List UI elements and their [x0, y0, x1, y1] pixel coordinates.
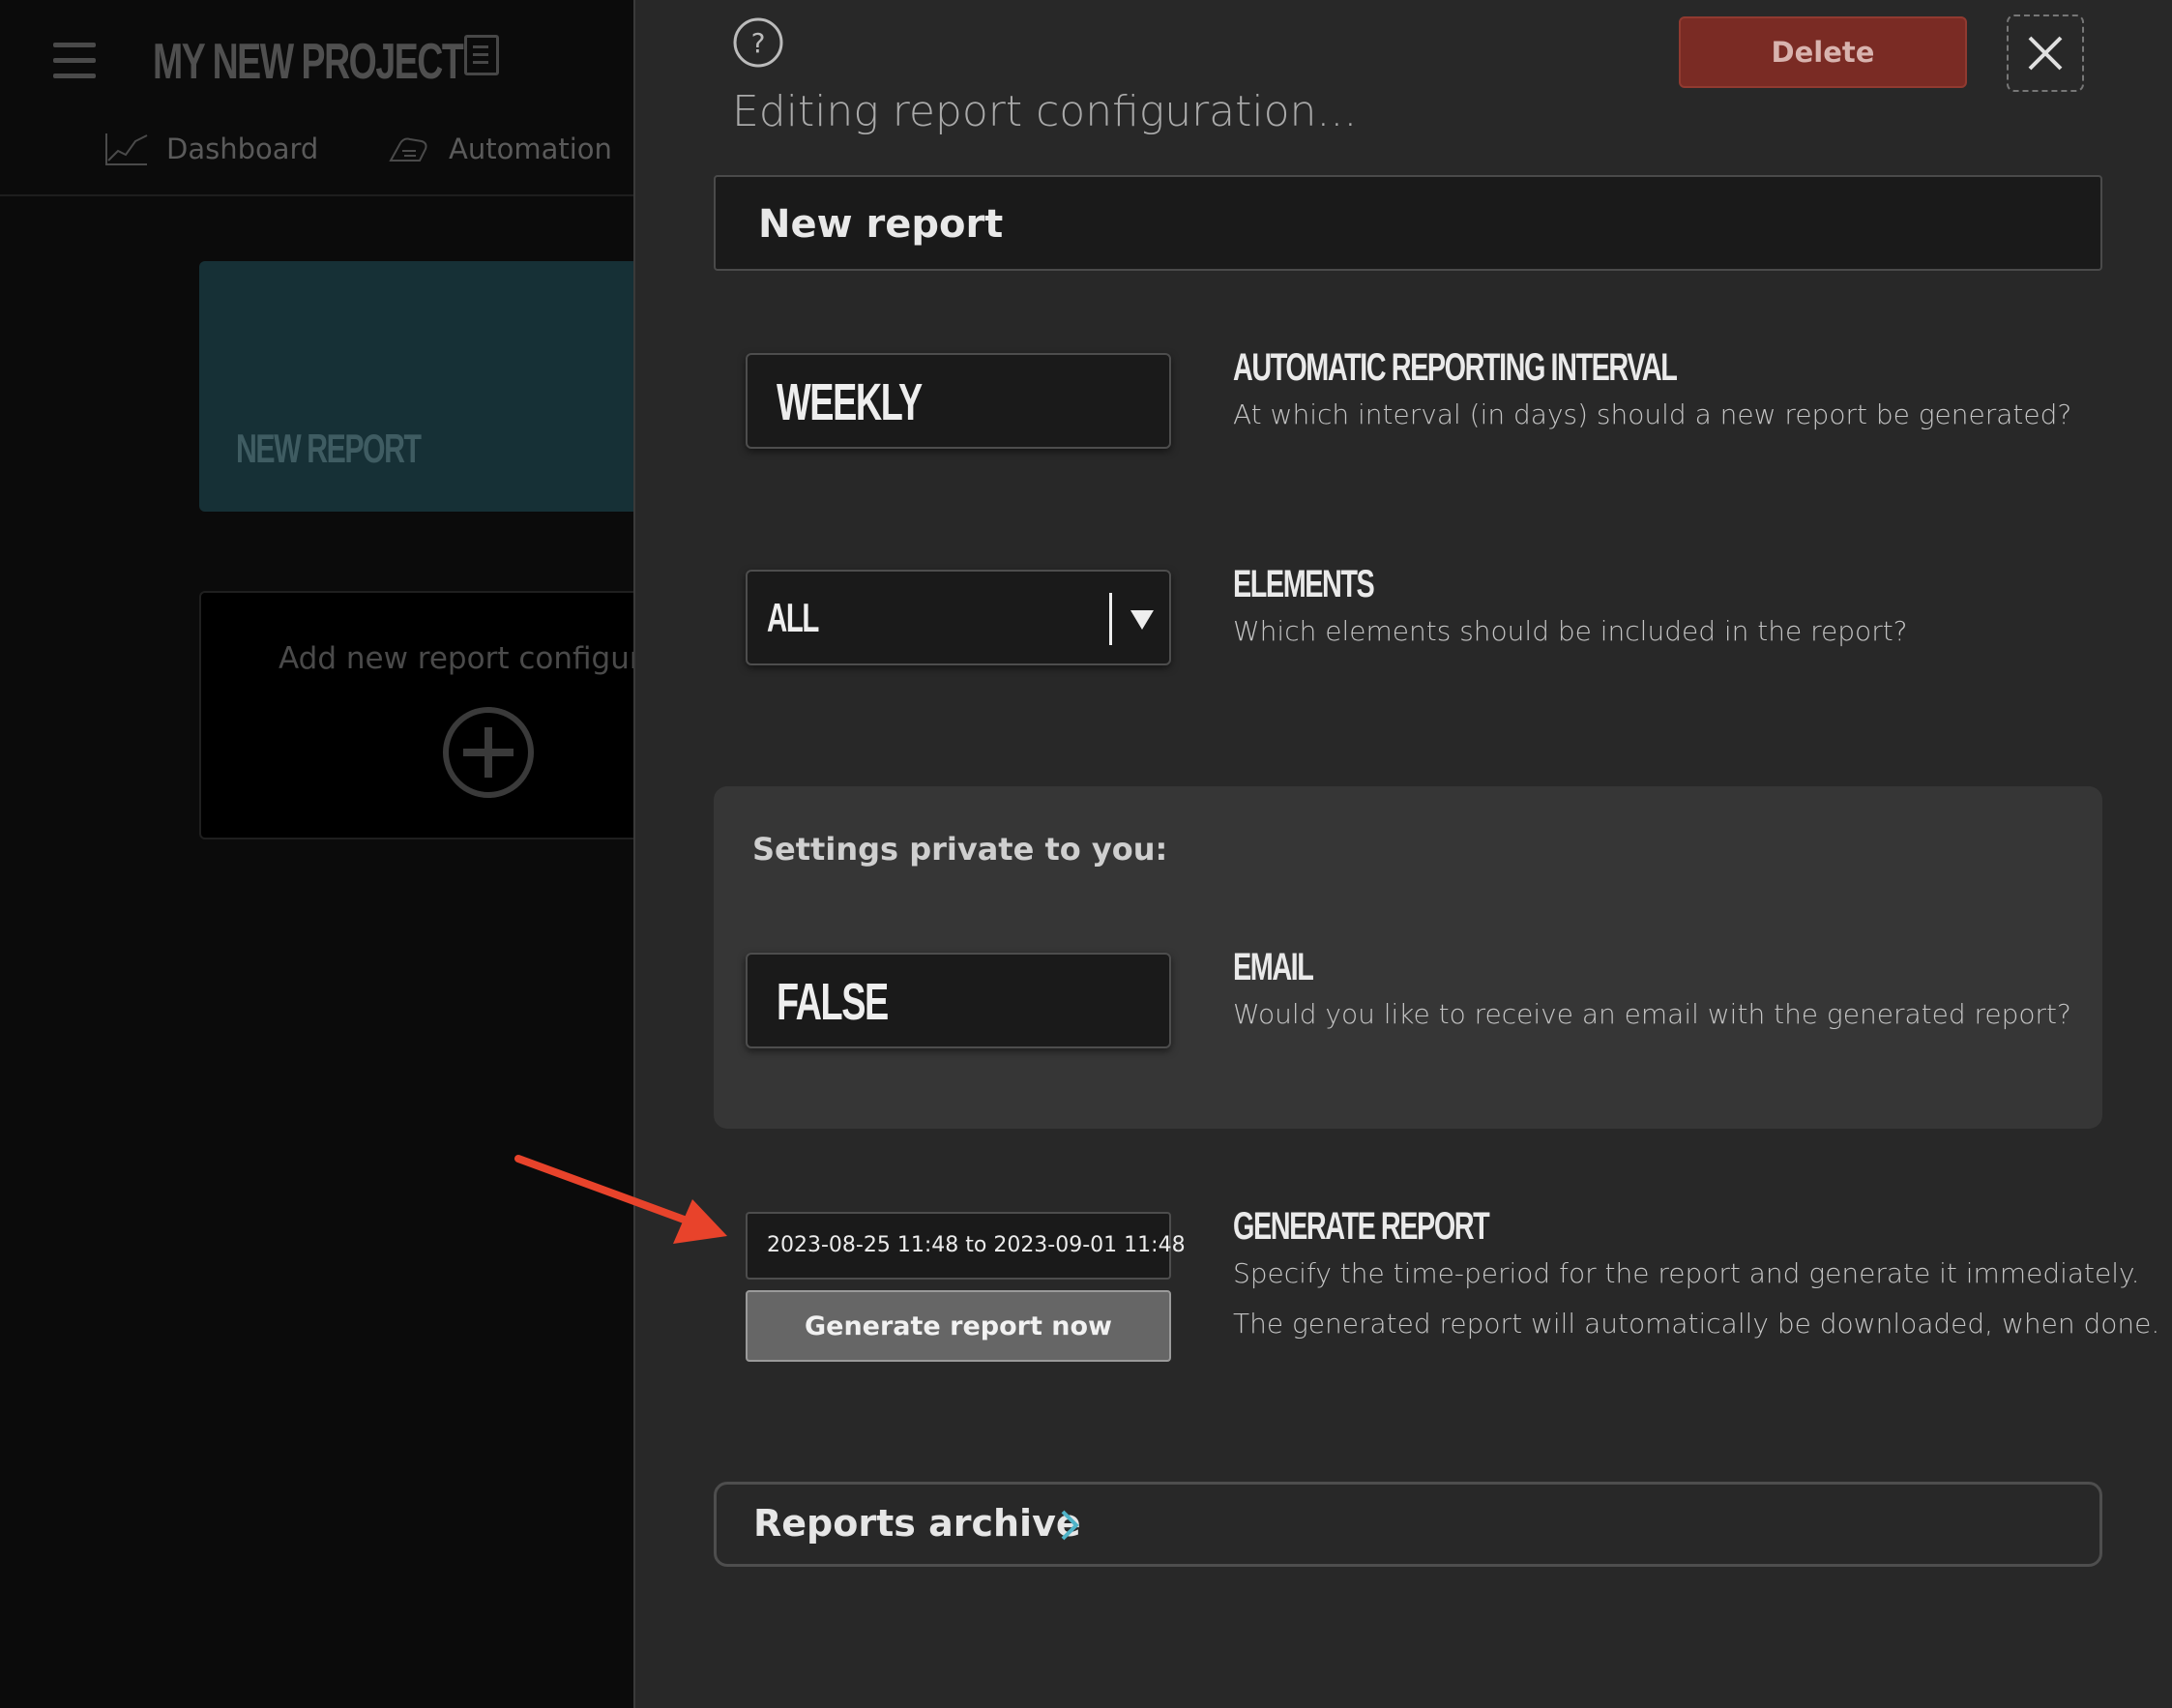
elements-description: Which elements should be included in the… [1233, 615, 1908, 647]
generate-report-button[interactable]: Generate report now [746, 1290, 1171, 1362]
project-report-icon[interactable] [464, 35, 499, 75]
email-field[interactable]: FALSE [746, 953, 1171, 1048]
nav-dashboard[interactable]: Dashboard [104, 132, 318, 166]
reports-archive-label: Reports archive [753, 1502, 1081, 1545]
chevron-right-icon [1061, 1510, 1079, 1541]
report-card[interactable]: NEW REPORT [199, 261, 644, 512]
nav-dashboard-label: Dashboard [166, 133, 319, 165]
report-name-field[interactable]: New report [714, 175, 2102, 271]
nav-automation[interactable]: Automation [387, 132, 612, 166]
email-value: FALSE [777, 973, 889, 1031]
close-button[interactable] [2007, 15, 2084, 92]
elements-label: ELEMENTS [1233, 563, 1375, 605]
report-name-value: New report [758, 202, 1004, 247]
interval-description: At which interval (in days) should a new… [1233, 398, 2072, 430]
interval-value: WEEKLY [777, 373, 923, 431]
email-description: Would you like to receive an email with … [1233, 998, 2071, 1030]
nav-automation-label: Automation [449, 133, 612, 165]
generate-description-1: Specify the time-period for the report a… [1233, 1257, 2140, 1289]
elements-dropdown[interactable]: ALL [746, 570, 1171, 665]
elements-value: ALL [767, 595, 819, 640]
hamburger-menu-icon[interactable] [53, 43, 96, 79]
date-range-value: 2023-08-25 11:48 to 2023-09-01 11:48 [767, 1233, 1186, 1257]
project-title: MY NEW PROJECT [153, 34, 464, 90]
close-icon [2028, 36, 2063, 71]
email-label: EMAIL [1233, 946, 1314, 988]
panel-title: Editing report configuration... [732, 87, 1358, 136]
date-range-input[interactable]: 2023-08-25 11:48 to 2023-09-01 11:48 [746, 1212, 1186, 1280]
hand-icon [389, 137, 427, 162]
reports-archive-link[interactable]: Reports archive [714, 1482, 2102, 1567]
generate-label: GENERATE REPORT [1233, 1205, 1490, 1248]
edit-panel: ? Editing report configuration... Delete… [633, 0, 2172, 1708]
report-card-title: NEW REPORT [236, 426, 422, 471]
svg-text:?: ? [751, 27, 766, 59]
annotation-arrow-icon [514, 1155, 727, 1244]
app-header: MY NEW PROJECT Dashboard Automation [0, 0, 633, 196]
private-settings-title: Settings private to you: [752, 831, 1168, 868]
generate-description-2: The generated report will automatically … [1233, 1308, 2160, 1340]
dropdown-arrow-icon[interactable] [1130, 610, 1154, 630]
background-app: MY NEW PROJECT Dashboard Automation NEW … [0, 0, 644, 1708]
delete-button[interactable]: Delete [1679, 16, 1967, 88]
interval-field[interactable]: WEEKLY [746, 353, 1171, 449]
dropdown-separator [1109, 593, 1112, 645]
add-report-card[interactable]: Add new report configuration [199, 591, 644, 839]
add-report-text: Add new report configuration [279, 641, 642, 676]
plus-circle-icon [443, 707, 534, 798]
help-icon[interactable]: ? [732, 16, 784, 69]
interval-label: AUTOMATIC REPORTING INTERVAL [1233, 346, 1678, 389]
chart-line-icon [105, 133, 148, 165]
